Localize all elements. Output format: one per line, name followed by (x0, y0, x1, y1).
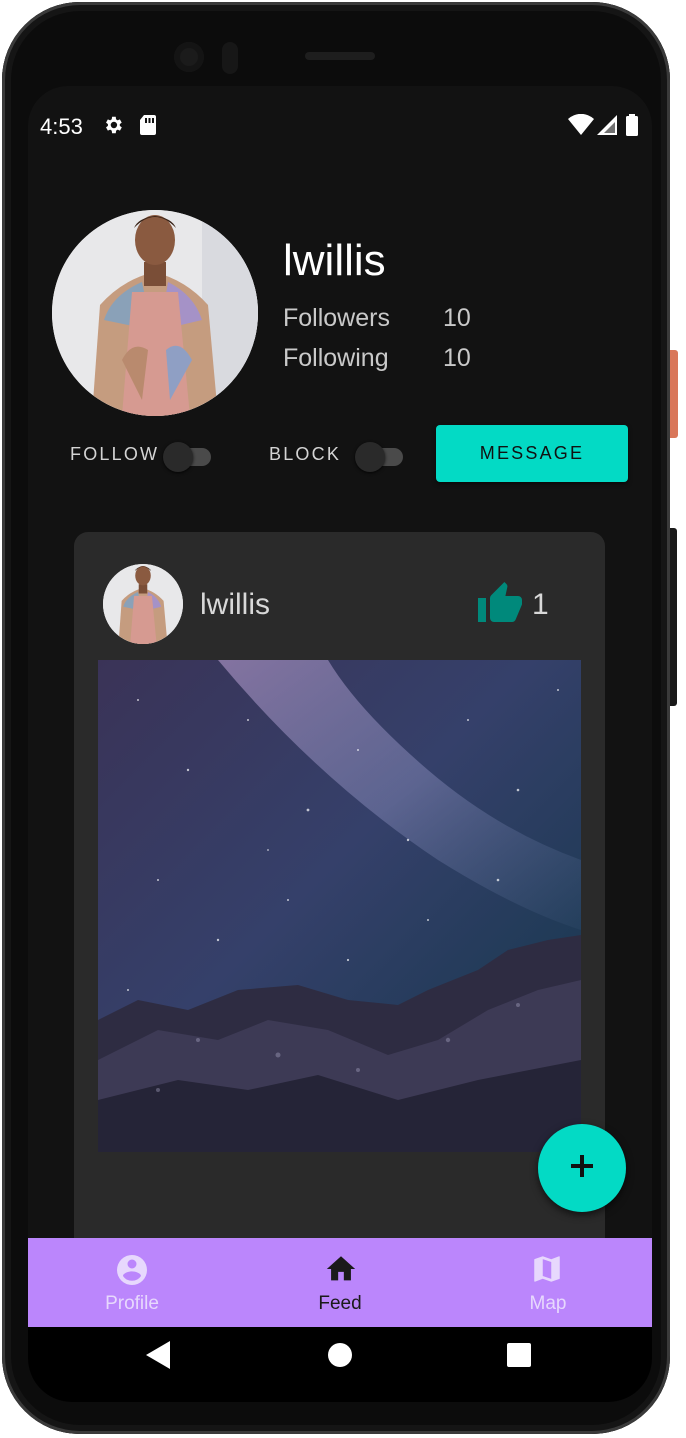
wifi-icon (568, 113, 594, 141)
volume-button (670, 528, 677, 706)
nav-label-map: Map (529, 1293, 567, 1314)
earpiece-speaker (305, 52, 375, 60)
add-post-button[interactable] (538, 1124, 626, 1212)
post-card[interactable]: lwillis 1 (74, 532, 605, 1292)
nav-item-map[interactable]: Map (444, 1238, 652, 1327)
signal-icon (596, 114, 618, 141)
bottom-navigation: Profile Feed Map (28, 1238, 652, 1327)
profile-avatar (52, 210, 258, 416)
sd-card-icon (138, 114, 158, 141)
profile-username: lwillis (283, 236, 386, 285)
status-time: 4:53 (40, 114, 83, 139)
system-navigation-bar (28, 1327, 652, 1402)
plus-icon (571, 1154, 593, 1182)
block-switch-thumb (355, 442, 385, 472)
proximity-sensor (222, 42, 238, 74)
home-icon (324, 1252, 358, 1291)
block-switch[interactable] (355, 440, 405, 472)
post-image[interactable] (98, 660, 581, 1152)
nav-label-profile: Profile (105, 1293, 159, 1314)
followers-count: 10 (443, 304, 471, 332)
front-camera (174, 42, 204, 72)
follow-switch-thumb (163, 442, 193, 472)
post-author-username[interactable]: lwillis (200, 588, 270, 622)
status-bar: 4:53 (28, 106, 652, 146)
message-button[interactable]: MESSAGE (436, 425, 628, 482)
following-label: Following (283, 344, 389, 372)
nav-item-profile[interactable]: Profile (28, 1238, 236, 1327)
back-icon[interactable] (146, 1341, 172, 1374)
gear-icon (102, 114, 124, 141)
home-circle-icon[interactable] (327, 1342, 353, 1373)
follow-label: FOLLOW (70, 444, 160, 464)
side-button (670, 350, 678, 438)
followers-label: Followers (283, 304, 390, 332)
post-author-avatar[interactable] (103, 564, 183, 644)
battery-icon (625, 114, 639, 141)
app-screen: 4:53 lwillis Followers 10 Following 10 F… (28, 86, 652, 1402)
like-count: 1 (532, 588, 549, 621)
follow-switch[interactable] (163, 440, 213, 472)
recents-icon[interactable] (507, 1343, 531, 1372)
phone-frame: 4:53 lwillis Followers 10 Following 10 F… (2, 2, 670, 1434)
thumb-up-icon[interactable] (476, 580, 524, 629)
block-label: BLOCK (269, 444, 342, 464)
nav-label-feed: Feed (318, 1293, 362, 1314)
following-count: 10 (443, 344, 471, 372)
nav-item-feed[interactable]: Feed (236, 1238, 444, 1327)
map-icon (530, 1252, 564, 1291)
account-circle-icon (114, 1252, 150, 1293)
